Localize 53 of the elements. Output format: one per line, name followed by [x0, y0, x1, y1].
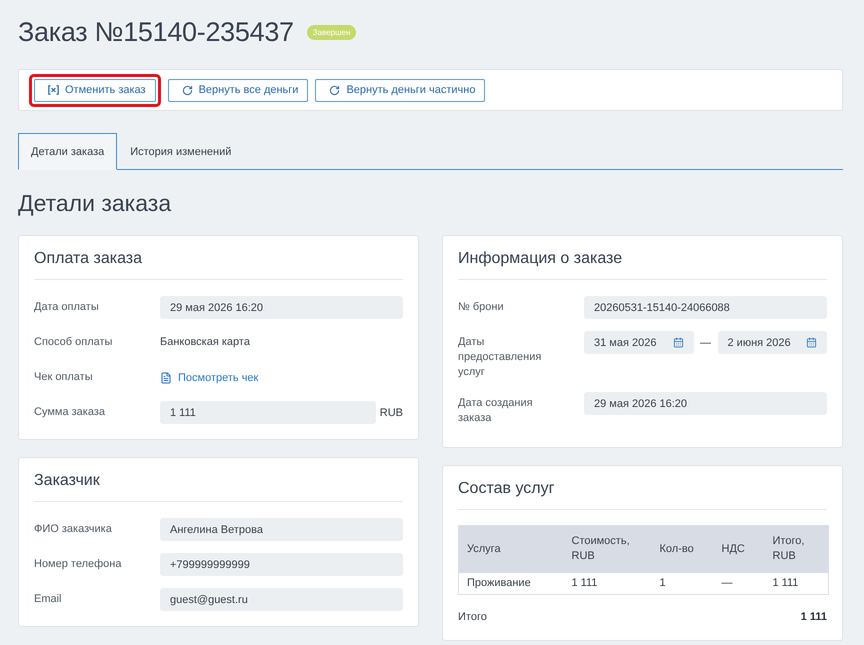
table-cell: 1: [652, 572, 714, 594]
range-dash: —: [699, 336, 712, 348]
table-cell: 1 111: [564, 572, 652, 594]
field-label: Дата оплаты: [34, 300, 100, 315]
status-badge: Завершен: [306, 24, 356, 40]
card-title: Информация о заказе: [458, 249, 624, 269]
action-button[interactable]: Вернуть все деньги: [168, 78, 308, 102]
tab[interactable]: История изменений: [117, 133, 244, 170]
card-title: Заказчик: [34, 471, 101, 491]
calendar-icon: [672, 337, 684, 348]
field-label: Номер телефона: [34, 557, 122, 572]
table-header-cell: Услуга: [458, 526, 564, 572]
table-header-cell: Итого, RUB: [764, 526, 828, 572]
table-header-cell: Стоимость, RUB: [564, 526, 652, 572]
date-field[interactable]: 31 мая 2026: [584, 331, 694, 354]
tab[interactable]: Детали заказа: [18, 133, 118, 170]
table-header-cell: Кол-во: [652, 526, 714, 572]
table-cell: —: [714, 572, 764, 594]
refresh-icon: [329, 84, 340, 96]
total-value: 1 111: [800, 610, 827, 625]
receipt-link[interactable]: Посмотреть чек: [160, 372, 258, 384]
readonly-field: 29 мая 2026 16:20: [584, 392, 827, 415]
total-label: Итого: [458, 610, 487, 625]
table-cell: 1 111: [764, 572, 828, 594]
calendar-icon: [806, 337, 817, 348]
readonly-field: 1 111: [160, 401, 376, 424]
readonly-field: guest@guest.ru: [160, 588, 403, 611]
field-label: Email: [34, 592, 63, 607]
date-field[interactable]: 2 июня 2026: [718, 331, 827, 354]
table-header-cell: НДС: [714, 526, 764, 572]
section-heading: Детали заказа: [18, 189, 172, 218]
document-icon: [160, 372, 172, 384]
bracketed-x-icon: [48, 85, 59, 95]
readonly-field: Ангелина Ветрова: [160, 518, 403, 541]
field-label: № брони: [458, 300, 505, 315]
field-label: Дата создания заказа: [458, 396, 534, 426]
currency-label: RUB: [378, 406, 403, 418]
readonly-field: 29 мая 2026 16:20: [160, 296, 403, 319]
readonly-field: +799999999999: [160, 553, 403, 576]
field-label: ФИО заказчика: [34, 522, 113, 537]
refresh-icon: [182, 84, 193, 96]
table-cell: Проживание: [458, 572, 564, 594]
field-value: Банковская карта: [160, 335, 251, 350]
action-button[interactable]: Вернуть деньги частично: [315, 78, 486, 102]
page-title: Заказ №15140-235437: [18, 16, 294, 49]
field-label: Даты предоставления услуг: [458, 335, 542, 380]
action-button[interactable]: Отменить заказ: [34, 78, 156, 102]
field-label: Сумма заказа: [34, 405, 106, 420]
card-title: Состав услуг: [458, 479, 556, 499]
readonly-field: 20260531-15140-24066088: [584, 296, 827, 319]
card-title: Оплата заказа: [34, 249, 144, 269]
field-label: Способ оплаты: [34, 335, 114, 350]
field-label: Чек оплаты: [34, 370, 94, 385]
